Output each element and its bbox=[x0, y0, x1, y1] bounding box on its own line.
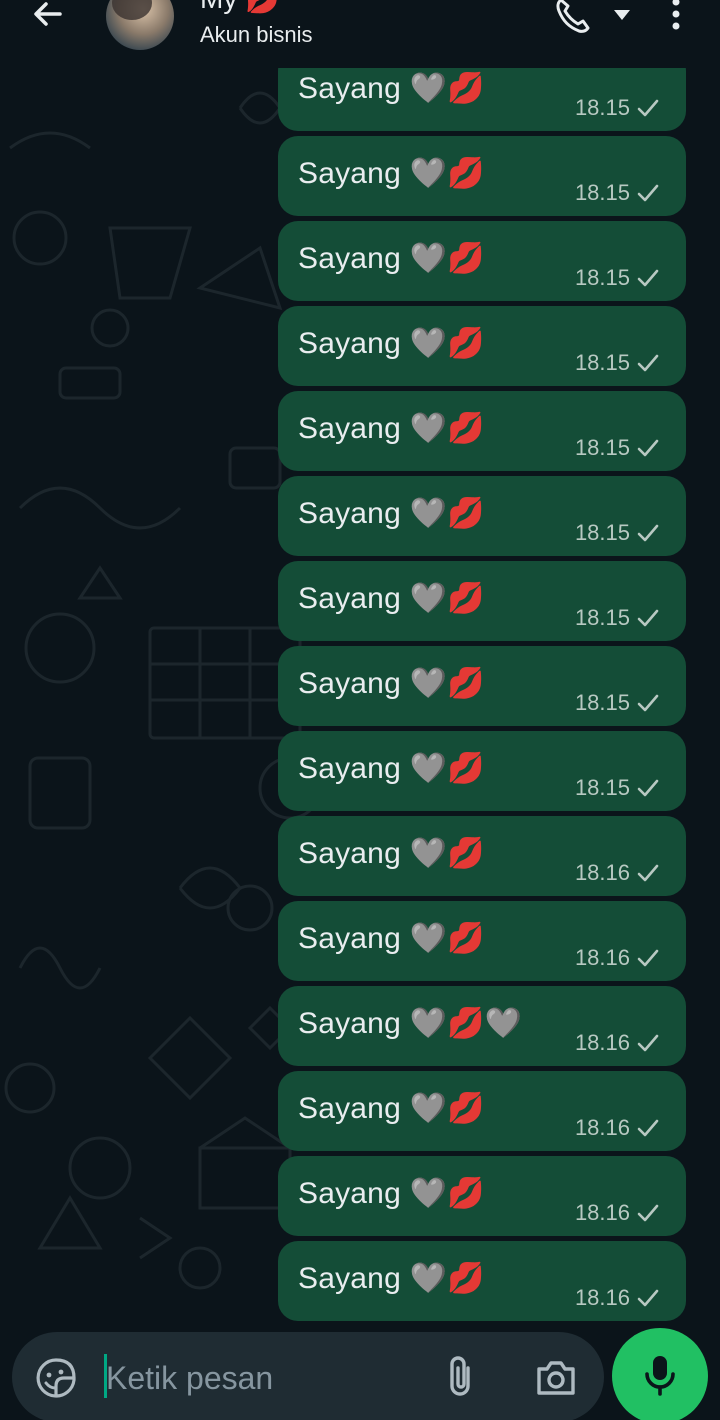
camera-icon bbox=[537, 1361, 575, 1395]
outgoing-message[interactable]: Sayang 🩶💋 18.16 bbox=[278, 816, 686, 896]
message-meta: 18.15 bbox=[575, 350, 660, 376]
message-time: 18.15 bbox=[574, 775, 630, 800]
sent-check-icon bbox=[636, 1288, 660, 1308]
sent-check-icon bbox=[636, 438, 660, 458]
sent-check-icon bbox=[636, 98, 660, 118]
phone-icon bbox=[556, 0, 590, 33]
message-meta: 18.16 bbox=[575, 860, 660, 886]
message-time: 18.15 bbox=[574, 95, 630, 120]
outgoing-message[interactable]: Sayang 🩶💋 18.15 bbox=[278, 561, 686, 641]
message-meta: 18.15 bbox=[575, 520, 660, 546]
message-time: 18.16 bbox=[574, 860, 630, 885]
sent-check-icon bbox=[636, 608, 660, 628]
sent-check-icon bbox=[636, 948, 660, 968]
message-text: Sayang 🩶💋 bbox=[298, 752, 485, 785]
message-meta: 18.15 bbox=[575, 775, 660, 801]
sent-check-icon bbox=[636, 1203, 660, 1223]
message-time: 18.15 bbox=[574, 350, 630, 375]
outgoing-message[interactable]: Sayang 🩶💋 18.15 bbox=[278, 646, 686, 726]
attach-button[interactable] bbox=[442, 1354, 478, 1400]
message-time: 18.16 bbox=[574, 1115, 630, 1140]
outgoing-message[interactable]: Sayang 🩶💋🩶 18.16 bbox=[278, 986, 686, 1066]
message-text: Sayang 🩶💋 bbox=[298, 1262, 485, 1295]
outgoing-message[interactable]: Sayang 🩶💋 18.16 bbox=[278, 1241, 686, 1321]
message-text: Sayang 🩶💋 bbox=[298, 157, 485, 190]
message-input[interactable]: Ketik pesan bbox=[106, 1360, 273, 1397]
message-time: 18.16 bbox=[574, 945, 630, 970]
outgoing-message[interactable]: Sayang 🩶💋 18.16 bbox=[278, 1156, 686, 1236]
sticker-icon bbox=[36, 1358, 76, 1398]
message-meta: 18.15 bbox=[575, 265, 660, 291]
sent-check-icon bbox=[636, 523, 660, 543]
message-time: 18.16 bbox=[574, 1285, 630, 1310]
message-text: Sayang 🩶💋 bbox=[298, 922, 485, 955]
sticker-button[interactable] bbox=[34, 1356, 78, 1400]
message-meta: 18.15 bbox=[575, 435, 660, 461]
message-time: 18.15 bbox=[574, 520, 630, 545]
message-time: 18.16 bbox=[574, 1030, 630, 1055]
message-text: Sayang 🩶💋 bbox=[298, 497, 485, 530]
message-text: Sayang 🩶💋 bbox=[298, 72, 485, 105]
mic-icon bbox=[645, 1356, 675, 1396]
message-text: Sayang 🩶💋 bbox=[298, 327, 485, 360]
sent-check-icon bbox=[636, 778, 660, 798]
sent-check-icon bbox=[636, 1033, 660, 1053]
message-text: Sayang 🩶💋 bbox=[298, 1092, 485, 1125]
sent-check-icon bbox=[636, 183, 660, 203]
message-meta: 18.16 bbox=[575, 1115, 660, 1141]
voice-message-button[interactable] bbox=[612, 1328, 708, 1420]
message-text: Sayang 🩶💋 bbox=[298, 1177, 485, 1210]
message-meta: 18.15 bbox=[575, 95, 660, 121]
message-text: Sayang 🩶💋🩶 bbox=[298, 1007, 523, 1040]
camera-button[interactable] bbox=[534, 1358, 578, 1398]
voice-call-button[interactable] bbox=[552, 0, 592, 36]
message-text: Sayang 🩶💋 bbox=[298, 582, 485, 615]
outgoing-message[interactable]: Sayang 🩶💋 18.15 bbox=[278, 391, 686, 471]
more-vert-icon bbox=[672, 0, 680, 30]
message-meta: 18.15 bbox=[575, 690, 660, 716]
more-options-button[interactable] bbox=[664, 0, 688, 36]
message-composer: Ketik pesan bbox=[12, 1332, 604, 1420]
contact-avatar[interactable] bbox=[106, 0, 174, 50]
call-options-button[interactable] bbox=[612, 8, 632, 22]
paperclip-icon bbox=[450, 1356, 470, 1396]
sent-check-icon bbox=[636, 1118, 660, 1138]
message-meta: 18.16 bbox=[575, 1200, 660, 1226]
message-time: 18.15 bbox=[574, 690, 630, 715]
outgoing-message[interactable]: Sayang 🩶💋 18.15 bbox=[278, 731, 686, 811]
outgoing-message[interactable]: Sayang 🩶💋 18.16 bbox=[278, 1071, 686, 1151]
outgoing-message[interactable]: Sayang 🩶💋 18.15 bbox=[278, 136, 686, 216]
message-meta: 18.15 bbox=[575, 180, 660, 206]
sent-check-icon bbox=[636, 863, 660, 883]
sent-check-icon bbox=[636, 693, 660, 713]
chat-header: My 💋 Akun bisnis bbox=[0, 0, 720, 68]
contact-name[interactable]: My 💋 bbox=[200, 0, 280, 15]
outgoing-message[interactable]: Sayang 🩶💋 18.15 bbox=[278, 476, 686, 556]
message-list[interactable]: Sayang 🩶💋 18.15 Sayang 🩶💋 18.15 Sayang 🩶💋 18.… bbox=[0, 68, 720, 1330]
message-meta: 18.16 bbox=[575, 1030, 660, 1056]
message-text: Sayang 🩶💋 bbox=[298, 667, 485, 700]
contact-status[interactable]: Akun bisnis bbox=[200, 22, 313, 48]
back-arrow-icon bbox=[34, 2, 62, 26]
outgoing-message[interactable]: Sayang 🩶💋 18.15 bbox=[278, 68, 686, 131]
message-time: 18.15 bbox=[574, 180, 630, 205]
message-text: Sayang 🩶💋 bbox=[298, 242, 485, 275]
sent-check-icon bbox=[636, 268, 660, 288]
dropdown-icon bbox=[614, 10, 630, 20]
message-time: 18.15 bbox=[574, 265, 630, 290]
outgoing-message[interactable]: Sayang 🩶💋 18.15 bbox=[278, 221, 686, 301]
message-meta: 18.15 bbox=[575, 605, 660, 631]
back-button[interactable] bbox=[26, 0, 70, 38]
message-text: Sayang 🩶💋 bbox=[298, 412, 485, 445]
message-time: 18.15 bbox=[574, 435, 630, 460]
message-time: 18.15 bbox=[574, 605, 630, 630]
message-meta: 18.16 bbox=[575, 1285, 660, 1311]
outgoing-message[interactable]: Sayang 🩶💋 18.15 bbox=[278, 306, 686, 386]
message-meta: 18.16 bbox=[575, 945, 660, 971]
message-text: Sayang 🩶💋 bbox=[298, 837, 485, 870]
message-time: 18.16 bbox=[574, 1200, 630, 1225]
sent-check-icon bbox=[636, 353, 660, 373]
outgoing-message[interactable]: Sayang 🩶💋 18.16 bbox=[278, 901, 686, 981]
